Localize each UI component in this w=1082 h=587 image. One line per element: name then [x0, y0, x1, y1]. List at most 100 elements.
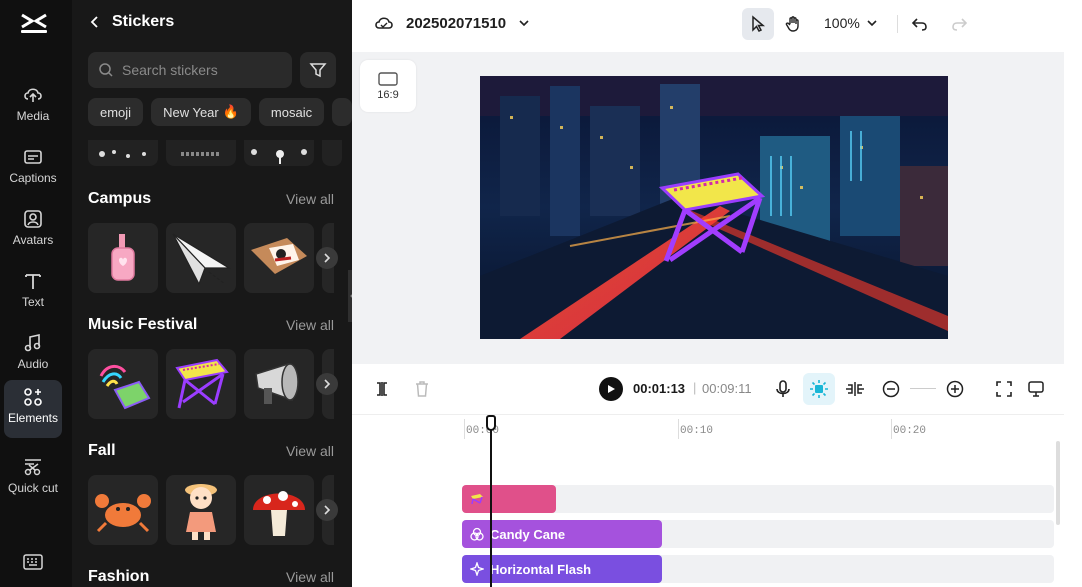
- redo-button[interactable]: [943, 8, 975, 40]
- chevron-down-icon[interactable]: [518, 17, 530, 29]
- clip-label: Candy Cane: [490, 526, 566, 542]
- timeline-scrollbar[interactable]: [1056, 441, 1060, 525]
- carousel-next-campus[interactable]: [316, 247, 338, 269]
- panel-title: Stickers: [112, 13, 175, 30]
- sticker-tile[interactable]: [322, 140, 342, 166]
- playhead-handle[interactable]: [486, 415, 496, 431]
- project-name[interactable]: 202502071510: [406, 15, 506, 32]
- play-icon: [608, 385, 615, 393]
- sticker-banner-character[interactable]: [244, 223, 314, 293]
- chevron-down-icon: [867, 20, 877, 27]
- sticker-tile[interactable]: [88, 140, 158, 166]
- view-all-fall[interactable]: View all: [286, 443, 334, 459]
- undo-button[interactable]: [904, 8, 936, 40]
- chevron-left-icon[interactable]: [88, 15, 102, 29]
- view-all-fashion[interactable]: View all: [286, 569, 334, 585]
- rail-item-quick-cut[interactable]: Quick cut: [4, 450, 62, 508]
- comment-button[interactable]: [1024, 377, 1048, 401]
- magnet-snap-button[interactable]: [803, 373, 835, 405]
- cloud-sync-icon: [375, 17, 393, 29]
- campus-tiles: [88, 223, 334, 293]
- timeline: 00:00 00:10 00:20 Candy Cane Horizontal …: [352, 414, 1064, 587]
- sticker-pink-bottle[interactable]: [88, 223, 158, 293]
- fullscreen-button[interactable]: [992, 377, 1016, 401]
- ruler-label: 00:20: [893, 425, 927, 437]
- view-all-music-festival[interactable]: View all: [286, 317, 334, 333]
- sticker-rainbow-speaker[interactable]: [88, 349, 158, 419]
- zoom-in-button[interactable]: [943, 377, 967, 401]
- clip-label: Horizontal Flash: [490, 561, 592, 577]
- toolbar-divider: [897, 15, 898, 33]
- sticker-megaphone[interactable]: [244, 349, 314, 419]
- delete-button[interactable]: [410, 377, 434, 401]
- panel-header: Stickers: [88, 10, 174, 34]
- aspect-ratio-icon: [378, 71, 398, 86]
- section-title-music-festival: Music Festival: [88, 316, 198, 333]
- redo-icon: [952, 18, 968, 31]
- sticker-mushroom[interactable]: [244, 475, 314, 545]
- sticker-crab[interactable]: [88, 475, 158, 545]
- auto-snap-icon: [810, 380, 828, 398]
- player-controls: 00:01:13 | 00:09:11: [352, 364, 1064, 414]
- search-input[interactable]: [122, 62, 282, 78]
- top-bar: 202502071510 100%: [352, 0, 1082, 52]
- zoom-dropdown[interactable]: 100%: [824, 15, 878, 31]
- rail-item-elements[interactable]: Elements: [4, 380, 62, 438]
- chip-label: New Year: [163, 104, 219, 120]
- rail-item-captions[interactable]: Captions: [4, 140, 62, 198]
- project-title-group[interactable]: 202502071510: [374, 14, 530, 32]
- zoom-in-icon: [946, 380, 964, 398]
- chip-partial[interactable]: [332, 98, 352, 126]
- sticker-paper-plane[interactable]: [166, 223, 236, 293]
- view-all-campus[interactable]: View all: [286, 191, 334, 207]
- total-time: 00:09:11: [702, 381, 752, 396]
- play-button[interactable]: [599, 377, 623, 401]
- select-tool-button[interactable]: [742, 8, 774, 40]
- chip-mosaic[interactable]: mosaic: [258, 98, 325, 126]
- filter-button[interactable]: [300, 52, 336, 88]
- time-separator: |: [693, 380, 697, 395]
- hand-tool-button[interactable]: [777, 8, 809, 40]
- sticker-tile[interactable]: [166, 140, 236, 166]
- link-clips-button[interactable]: [843, 377, 867, 401]
- sticker-tile[interactable]: [244, 140, 314, 166]
- chip-emoji[interactable]: emoji: [88, 98, 144, 126]
- sticker-neon-keyboard[interactable]: [166, 349, 236, 419]
- search-box[interactable]: [88, 52, 292, 88]
- playhead-line[interactable]: [490, 415, 492, 587]
- ruler-tick: [678, 419, 679, 439]
- fire-icon: 🔥: [222, 104, 239, 119]
- split-link-icon: [846, 382, 864, 396]
- sticker-girl-character[interactable]: [166, 475, 236, 545]
- rail-item-text[interactable]: Text: [4, 264, 62, 322]
- carousel-next-fall[interactable]: [316, 499, 338, 521]
- zoom-out-button[interactable]: [879, 377, 903, 401]
- rail-item-label: Captions: [9, 171, 57, 185]
- comment-icon: [1028, 381, 1044, 397]
- split-clip-button[interactable]: [370, 377, 394, 401]
- section-title-fall: Fall: [88, 442, 116, 459]
- rail-item-avatars[interactable]: Avatars: [4, 202, 62, 260]
- keyboard-icon[interactable]: [22, 552, 44, 572]
- rail-item-label: Text: [21, 295, 44, 309]
- zoom-out-icon: [882, 380, 900, 398]
- rail-item-audio[interactable]: Audio: [4, 326, 62, 384]
- timeline-ruler[interactable]: 00:00 00:10 00:20: [352, 415, 1064, 439]
- chevron-right-icon: [324, 505, 331, 515]
- fullscreen-icon: [996, 381, 1012, 397]
- microphone-icon: [776, 380, 790, 397]
- timeline-clip-candy-cane[interactable]: Candy Cane: [462, 520, 662, 548]
- record-voice-button[interactable]: [771, 377, 795, 401]
- rail-item-label: Elements: [7, 411, 59, 425]
- carousel-next-music-festival[interactable]: [316, 373, 338, 395]
- section-title-fashion: Fashion: [88, 568, 150, 585]
- text-icon: [25, 274, 41, 289]
- aspect-ratio-button[interactable]: 16:9: [360, 60, 416, 112]
- video-preview[interactable]: [480, 76, 948, 339]
- timeline-clip-horizontal-flash[interactable]: Horizontal Flash: [462, 555, 662, 583]
- chip-new-year[interactable]: New Year 🔥: [151, 98, 251, 126]
- ruler-tick: [464, 419, 465, 439]
- timeline-clip-sticker[interactable]: [462, 485, 556, 513]
- rail-item-media[interactable]: Media: [4, 78, 62, 136]
- timeline-zoom-slider[interactable]: [910, 388, 936, 389]
